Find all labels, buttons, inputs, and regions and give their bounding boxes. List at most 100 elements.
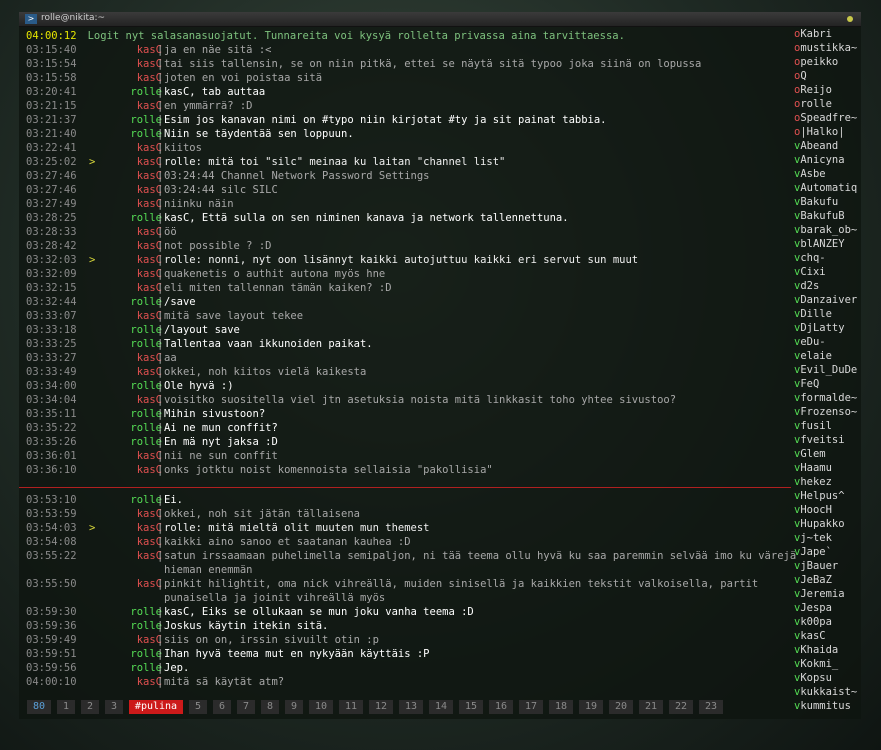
window-tab[interactable]: 15 <box>459 700 483 714</box>
nick-list-item[interactable]: vDanzaiver <box>794 293 861 307</box>
window-button-icon[interactable] <box>847 16 853 22</box>
window-tab[interactable]: 21 <box>639 700 663 714</box>
nick-list-item[interactable]: vAutomatiq <box>794 181 861 195</box>
nick-list-item[interactable]: vAnicyna <box>794 153 861 167</box>
nick-list-item[interactable]: vGlem <box>794 447 861 461</box>
nick-list-item[interactable]: oQ <box>794 69 861 83</box>
chat-line: 03:59:30 rolle | kasC, Eiks se ollukaan se … <box>19 605 794 619</box>
window-tab[interactable]: 16 <box>489 700 513 714</box>
nick-list-item[interactable]: vJeBaZ <box>794 573 861 587</box>
chat-line: 03:59:56 rolle | Jep. <box>19 661 794 675</box>
nick-list-item[interactable]: vJespa <box>794 601 861 615</box>
nick-list-item[interactable]: vCixi <box>794 265 861 279</box>
window-tab[interactable]: 6 <box>213 700 231 714</box>
window-tab[interactable]: 2 <box>81 700 99 714</box>
window-tab[interactable]: 5 <box>189 700 207 714</box>
nick-list-item[interactable]: oSpeadfre~ <box>794 111 861 125</box>
nick-list-item[interactable]: velaie <box>794 349 861 363</box>
nick-list-item[interactable]: vAbeand <box>794 139 861 153</box>
window-tab[interactable]: 12 <box>369 700 393 714</box>
nick-list-item[interactable]: vk00pa <box>794 615 861 629</box>
nick-list-item[interactable]: vAsbe <box>794 167 861 181</box>
nick-list-item[interactable]: oKabri <box>794 27 861 41</box>
window-tab[interactable]: 11 <box>339 700 363 714</box>
nick-name: eDu- <box>800 336 826 348</box>
nick-list-item[interactable]: vKopsu <box>794 671 861 685</box>
nick-list-item[interactable]: vchq- <box>794 251 861 265</box>
nick-list-item[interactable]: vkasC <box>794 629 861 643</box>
nick-name: Glem <box>800 448 826 460</box>
window-tab[interactable]: 80 <box>27 700 51 714</box>
window-tab[interactable]: 20 <box>609 700 633 714</box>
nick-list-item[interactable]: o|Halko| <box>794 125 861 139</box>
nick-list-item[interactable]: vEvil_DuDe <box>794 363 861 377</box>
nick-list-item[interactable]: vBakufuB <box>794 209 861 223</box>
nick-list-item[interactable]: vkummitus <box>794 699 861 713</box>
window-tab[interactable]: 7 <box>237 700 255 714</box>
window-tab[interactable]: 23 <box>699 700 723 714</box>
nick-name: hekez <box>800 476 832 488</box>
nick-list-item[interactable]: vKokmi_ <box>794 657 861 671</box>
message-text: Esim jos kanavan nimi on #typo niin kirj… <box>164 114 607 126</box>
nick-list-item[interactable]: vfusil <box>794 419 861 433</box>
nick-list-item[interactable]: vJape` <box>794 545 861 559</box>
nick-list-item[interactable]: omustikka~ <box>794 41 861 55</box>
nick-name: rolle <box>800 98 832 110</box>
window-tab[interactable]: 18 <box>549 700 573 714</box>
nick-list-item[interactable]: vj~tek <box>794 531 861 545</box>
nick-separator: | <box>157 578 164 590</box>
nick-list[interactable]: oKabri omustikka~ opeikko oQ oReijo orolle oSp… <box>794 27 861 719</box>
nick-list-item[interactable]: vfveitsi <box>794 433 861 447</box>
nick-list-item[interactable]: vJeremia <box>794 587 861 601</box>
nick-list-item[interactable]: vHaamu <box>794 461 861 475</box>
nick-list-item[interactable]: vHupakko <box>794 517 861 531</box>
window-tab[interactable]: 1 <box>57 700 75 714</box>
chat-line: 03:54:08 kasC | kaikki aino sanoo et saatan… <box>19 535 794 549</box>
nick-name: HoocH <box>800 504 832 516</box>
chat-line: 03:34:04 kasC | voisitko suositella viel jt… <box>19 393 794 407</box>
nick-separator: | <box>157 662 164 674</box>
nick-list-item[interactable]: vkukkaist~ <box>794 685 861 699</box>
window-titlebar[interactable]: > rolle@nikita:~ <box>19 12 861 27</box>
terminal-window[interactable]: 04:00:12 Logit nyt salasanasuojatut. Tunn… <box>19 27 861 719</box>
window-tab[interactable]: 17 <box>519 700 543 714</box>
nick-separator: | <box>157 268 164 280</box>
nick-name: fusil <box>800 420 832 432</box>
nick-list-item[interactable]: oReijo <box>794 83 861 97</box>
window-tab[interactable]: 8 <box>261 700 279 714</box>
window-tab[interactable]: 3 <box>105 700 123 714</box>
nick-list-item[interactable]: vbarak_ob~ <box>794 223 861 237</box>
nick-list-item[interactable]: vKhaida <box>794 643 861 657</box>
timestamp: 03:28:42 <box>26 240 77 252</box>
nick-list-item[interactable]: vd2s <box>794 279 861 293</box>
window-tab[interactable]: 19 <box>579 700 603 714</box>
window-tab[interactable]: 22 <box>669 700 693 714</box>
nick-list-item[interactable]: vHelpus^ <box>794 489 861 503</box>
nick-name: blANZEY <box>800 238 845 250</box>
window-tab[interactable]: 9 <box>285 700 303 714</box>
nick-list-item[interactable]: vDjLatty <box>794 321 861 335</box>
nick-list-item[interactable]: vBakufu <box>794 195 861 209</box>
nick-separator: | <box>157 648 164 660</box>
nick-list-item[interactable]: vformalde~ <box>794 391 861 405</box>
nick-list-item[interactable]: opeikko <box>794 55 861 69</box>
nick-list-item[interactable]: vFrozenso~ <box>794 405 861 419</box>
nick-list-item[interactable]: vDille <box>794 307 861 321</box>
chat-line: 03:32:44 rolle | /save <box>19 295 794 309</box>
chat-line: 03:55:22 kasC | satun irssaamaan puhelimell… <box>19 549 796 563</box>
nick-list-item[interactable]: vblANZEY <box>794 237 861 251</box>
nick-list-item[interactable]: vHoocH <box>794 503 861 517</box>
nick-list-item[interactable]: orolle <box>794 97 861 111</box>
window-tab[interactable]: 13 <box>399 700 423 714</box>
nick-list-item[interactable]: vjBauer <box>794 559 861 573</box>
chat-line: 03:27:46 kasC | 03:24:44 Channel Network Pa… <box>19 169 794 183</box>
nick-list-item[interactable]: vhekez <box>794 475 861 489</box>
nick-list-item[interactable]: veDu- <box>794 335 861 349</box>
chat-line: 03:32:03 > kasC | rolle: nonni, nyt oon lisä… <box>19 253 794 267</box>
timestamp: 03:33:25 <box>26 338 77 350</box>
nick-list-item[interactable]: vFeQ <box>794 377 861 391</box>
nick-name: |Halko| <box>800 126 845 138</box>
window-tab[interactable]: 10 <box>309 700 333 714</box>
window-tab[interactable]: 14 <box>429 700 453 714</box>
window-tab-active[interactable]: #pulina <box>129 700 183 714</box>
